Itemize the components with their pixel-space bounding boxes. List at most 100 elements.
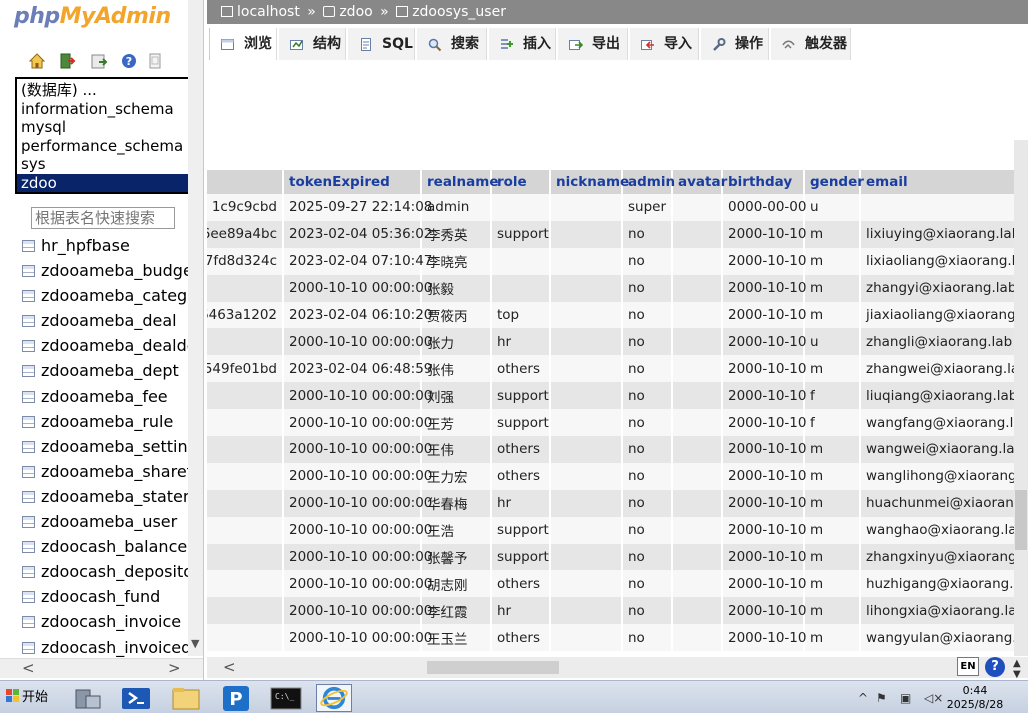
- db-option[interactable]: information_schema: [17, 100, 198, 119]
- table-row[interactable]: 2000-10-10 00:00:00 王玉兰 others no 2000-10-10…: [207, 624, 1014, 652]
- column-header[interactable]: admin: [622, 170, 675, 194]
- table-list-item[interactable]: zdooameba_category: [20, 284, 188, 309]
- table-list-item[interactable]: zdoocash_invoicedetail: [20, 636, 188, 661]
- table-list-item[interactable]: zdooameba_statement: [20, 485, 188, 510]
- start-button[interactable]: 开始: [6, 689, 48, 707]
- table-name-link[interactable]: zdoocash_invoicedetail: [41, 637, 188, 659]
- chevron-down-icon[interactable]: ▼: [191, 637, 199, 650]
- table-list-item[interactable]: zdooameba_dept: [20, 359, 188, 384]
- chevron-left-icon[interactable]: <: [22, 659, 35, 677]
- table-row[interactable]: 2000-10-10 00:00:00 张馨予 support no 2000-10-1…: [207, 543, 1014, 571]
- table-list-item[interactable]: zdooameba_fee: [20, 385, 188, 410]
- table-icon[interactable]: [22, 591, 35, 604]
- table-icon[interactable]: [22, 240, 35, 252]
- table-row[interactable]: 2000-10-10 00:00:00 王伟 others no 2000-10-10 m…: [207, 436, 1014, 463]
- table-row[interactable]: 2000-10-10 00:00:00 王芳 support no 2000-10-10…: [207, 409, 1014, 437]
- tab-wrench[interactable]: 操作: [701, 28, 769, 60]
- db-option[interactable]: performance_schema: [17, 137, 198, 156]
- table-row[interactable]: 549fe01bd 2023-02-04 06:48:59 张伟 others no 20…: [207, 355, 1014, 383]
- table-icon[interactable]: [22, 390, 35, 403]
- explorer-icon[interactable]: [168, 684, 204, 712]
- table-row[interactable]: 2000-10-10 00:00:00 张力 hr no 2000-10-10 u zhan…: [207, 328, 1014, 356]
- table-icon[interactable]: [22, 641, 35, 654]
- action-center-flag-icon[interactable]: ⚑: [876, 691, 887, 705]
- phpmyadmin-logo[interactable]: phpMyAdmin: [14, 4, 171, 29]
- db-option[interactable]: sys: [17, 155, 198, 174]
- table-icon[interactable]: [22, 516, 35, 529]
- tab-search[interactable]: 搜索: [417, 28, 487, 60]
- table-icon[interactable]: [22, 490, 35, 503]
- ie-icon[interactable]: [316, 684, 352, 712]
- table-icon[interactable]: [22, 440, 35, 453]
- scrollbar-thumb[interactable]: [427, 661, 559, 674]
- table-name-link[interactable]: zdooameba_budget: [41, 260, 188, 282]
- column-header[interactable]: tokenExpired: [283, 170, 422, 194]
- table-name-link[interactable]: zdooameba_deal: [41, 310, 177, 332]
- table-row[interactable]: 2000-10-10 00:00:00 胡志刚 others no 2000-10-10…: [207, 570, 1014, 598]
- home-icon[interactable]: [28, 52, 46, 70]
- table-row[interactable]: 2000-10-10 00:00:00 刘强 support no 2000-10-10…: [207, 382, 1014, 410]
- docs-icon[interactable]: [146, 52, 164, 70]
- table-list-item[interactable]: zdooameba_user: [20, 510, 188, 535]
- server-manager-icon[interactable]: [70, 684, 106, 712]
- table-row[interactable]: 96ee89a4bc2023-02-04 05:36:02李秀英support n…: [207, 220, 1014, 248]
- table-list-item[interactable]: zdoocash_balance: [20, 535, 188, 560]
- table-icon[interactable]: [22, 541, 35, 554]
- tab-sql[interactable]: SQL: [348, 28, 415, 60]
- table-icon[interactable]: [22, 616, 35, 629]
- table-name-link[interactable]: zdoocash_invoice: [41, 611, 181, 633]
- table-icon[interactable]: [22, 315, 35, 328]
- table-list-item[interactable]: zdooameba_dealdetail: [20, 334, 188, 359]
- tab-import[interactable]: 导入: [630, 28, 699, 60]
- tab-trigger[interactable]: 触发器: [771, 28, 851, 60]
- table-list-item[interactable]: zdooameba_rule: [20, 410, 188, 435]
- phpstudy-icon[interactable]: P: [218, 684, 254, 712]
- column-header[interactable]: role: [491, 170, 551, 194]
- table-name-link[interactable]: zdooameba_user: [41, 511, 177, 533]
- chevron-right-icon[interactable]: >: [168, 659, 181, 677]
- nav-vertical-scrollbar[interactable]: ▼: [188, 0, 203, 656]
- chevron-up-icon[interactable]: ^: [858, 691, 868, 705]
- column-header[interactable]: avatar: [672, 170, 727, 194]
- breadcrumb-table[interactable]: zdoosys_user: [412, 4, 506, 20]
- sql-query-icon[interactable]: [90, 52, 108, 70]
- table-row[interactable]: 7fd8d324c 2023-02-04 07:10:47 李晓亮 no 2000-10…: [207, 247, 1014, 275]
- column-header[interactable]: email: [860, 170, 1014, 194]
- table-name-link[interactable]: zdooameba_statement: [41, 486, 188, 508]
- table-name-link[interactable]: zdooameba_category: [41, 285, 188, 307]
- table-list-item[interactable]: zdooameba_deal: [20, 309, 188, 334]
- scrollbar-thumb[interactable]: [1015, 490, 1027, 550]
- table-row[interactable]: 2000-10-10 00:00:00 李红霞 hr no 2000-10-10 m lih…: [207, 597, 1014, 625]
- exit-icon[interactable]: [58, 52, 76, 70]
- column-header[interactable]: gender: [804, 170, 864, 194]
- database-select-list[interactable]: (数据库) ... information_schema mysql perfo…: [15, 77, 200, 194]
- breadcrumb-server[interactable]: localhost: [237, 4, 300, 20]
- column-header[interactable]: realname: [421, 170, 499, 194]
- table-name-link[interactable]: zdooameba_setting: [41, 436, 188, 458]
- table-list-item[interactable]: hr_hpfbase: [20, 234, 188, 259]
- chevron-up-down-icon[interactable]: ▲ ▼: [1013, 658, 1021, 680]
- taskbar-clock[interactable]: 0:44 2025/8/28: [935, 684, 1015, 712]
- table-row[interactable]: 2000-10-10 00:00:00 王力宏 others no 2000-10-10…: [207, 462, 1014, 490]
- table-name-link[interactable]: hr_hpfbase: [41, 235, 130, 257]
- table-filter-input[interactable]: [31, 207, 175, 229]
- help-icon[interactable]: ?: [985, 657, 1005, 677]
- table-icon[interactable]: [22, 566, 35, 579]
- table-icon[interactable]: [22, 415, 35, 428]
- language-indicator[interactable]: EN: [957, 657, 979, 676]
- tab-export[interactable]: 导出: [558, 28, 628, 60]
- cmd-icon[interactable]: C:\_: [268, 684, 304, 712]
- tab-browse[interactable]: 浏览: [209, 28, 277, 60]
- table-list-item[interactable]: zdoocash_fund: [20, 585, 188, 610]
- db-option-selected[interactable]: zdoo: [17, 173, 198, 192]
- tab-structure[interactable]: 结构: [279, 28, 346, 60]
- table-row[interactable]: 2000-10-10 00:00:00 华春梅 hr no 2000-10-10 m hua…: [207, 489, 1014, 517]
- chevron-left-icon[interactable]: <: [223, 658, 236, 676]
- table-row[interactable]: 56463a12022023-02-04 06:10:20贾筱丙top no 200…: [207, 301, 1014, 329]
- column-header[interactable]: nickname: [550, 170, 629, 194]
- table-name-link[interactable]: zdooameba_dealdetail: [41, 335, 188, 357]
- table-row[interactable]: 1c9c9cbd 2025-09-27 22:14:08 admin super 000…: [207, 194, 1014, 221]
- table-icon[interactable]: [22, 265, 35, 278]
- table-name-link[interactable]: zdooameba_dept: [41, 360, 179, 382]
- db-option[interactable]: mysql: [17, 118, 198, 137]
